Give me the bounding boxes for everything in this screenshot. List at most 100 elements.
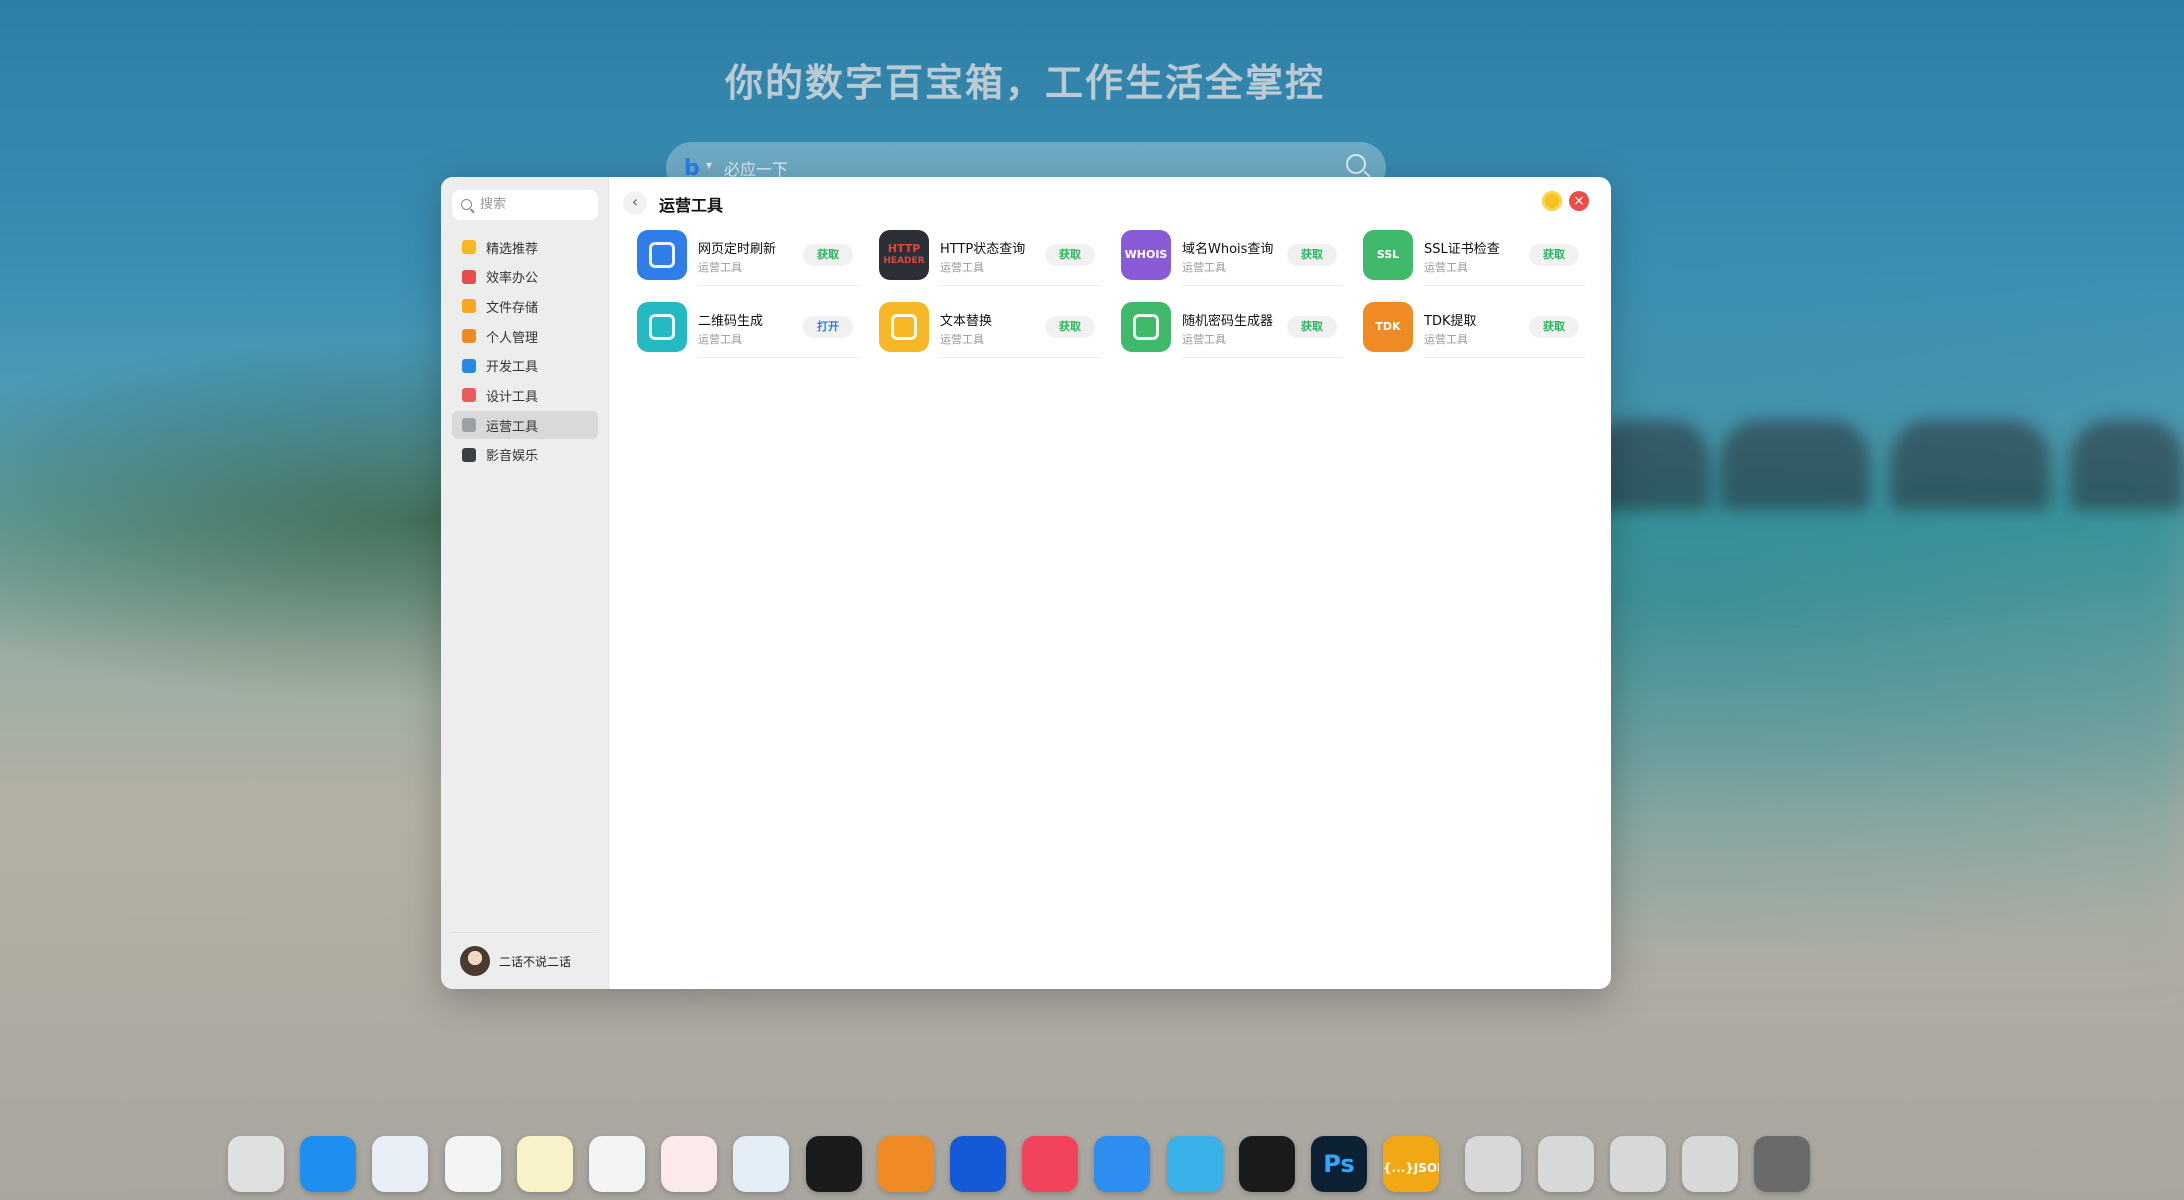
ssl-shield-icon[interactable]: SSL — [1363, 230, 1413, 280]
app-category: 运营工具 — [1182, 261, 1226, 274]
sidebar-item[interactable]: 运营工具 — [452, 411, 598, 440]
music-icon[interactable] — [1022, 1136, 1078, 1192]
photoshop-icon[interactable]: Ps — [1311, 1136, 1367, 1192]
safari-icon[interactable] — [1094, 1136, 1150, 1192]
app-card[interactable]: HTTP HEADER HTTP状态查询 运营工具 获取 — [879, 230, 1101, 290]
sidebar-item-label: 文件存储 — [486, 300, 539, 316]
user-profile[interactable]: 二话不说二话 — [452, 932, 598, 989]
sidebar-search[interactable] — [452, 190, 598, 220]
get-button[interactable]: 获取 — [803, 244, 853, 266]
minimize-button[interactable] — [1542, 191, 1562, 211]
divider — [1182, 285, 1343, 286]
photos-icon[interactable] — [445, 1136, 501, 1192]
desktop-headline: 你的数字百宝箱，工作生活全掌控 — [724, 61, 1325, 105]
folder-icon — [462, 299, 476, 314]
text-replace-icon[interactable] — [879, 302, 929, 352]
divider — [940, 357, 1101, 358]
main-content: ‹ 运营工具 × 网页定时刷新 运营工具 获取 HTTP HEADER HTTP状态查询运… — [609, 177, 1611, 989]
extensions-icon[interactable] — [1538, 1136, 1594, 1192]
sidebar-item-label: 设计工具 — [486, 389, 539, 405]
app-name: TDK提取 — [1424, 314, 1477, 329]
get-button[interactable]: 获取 — [1045, 316, 1095, 338]
divider — [1424, 285, 1585, 286]
app-category: 运营工具 — [1424, 333, 1468, 346]
open-button[interactable]: 打开 — [803, 316, 853, 338]
background-hut — [1720, 420, 1870, 510]
app-info: 文本替换 运营工具 — [940, 310, 992, 347]
app-icon-glyph — [891, 314, 917, 340]
calendar-icon[interactable] — [661, 1136, 717, 1192]
qrcode-icon[interactable] — [637, 302, 687, 352]
add-icon[interactable] — [1465, 1136, 1521, 1192]
brush-icon[interactable] — [1610, 1136, 1666, 1192]
whois-globe-icon[interactable]: WHOIS — [1121, 230, 1171, 280]
reminders-icon[interactable] — [589, 1136, 645, 1192]
icloud-icon[interactable] — [372, 1136, 428, 1192]
dock-icon-text: {...}JSON — [1383, 1161, 1439, 1175]
divider — [1424, 357, 1585, 358]
notes-icon[interactable] — [517, 1136, 573, 1192]
get-button[interactable]: 获取 — [1529, 316, 1579, 338]
system-settings-icon[interactable] — [1754, 1136, 1810, 1192]
sidebar-item-label: 个人管理 — [486, 330, 539, 346]
launchpad-icon[interactable] — [228, 1136, 284, 1192]
app-icon-glyph — [1133, 314, 1159, 340]
sidebar-item[interactable]: 个人管理 — [452, 322, 598, 350]
diff-merge-icon[interactable] — [1239, 1136, 1295, 1192]
username: 二话不说二话 — [499, 954, 572, 969]
app-name: 网页定时刷新 — [698, 242, 777, 257]
app-card[interactable]: TDK TDK提取运营工具 获取 — [1363, 302, 1585, 362]
sidebar-nav: 精选推荐效率办公文件存储个人管理开发工具设计工具运营工具影音娱乐 — [452, 233, 598, 471]
sidebar-item-label: 影音娱乐 — [486, 449, 539, 465]
app-card[interactable]: 随机密码生成器 运营工具 获取 — [1121, 302, 1343, 362]
sidebar-item[interactable]: 效率办公 — [452, 263, 598, 291]
sidebar-item[interactable]: 影音娱乐 — [452, 441, 598, 469]
person-icon — [462, 329, 476, 344]
password-lock-icon[interactable] — [1121, 302, 1171, 352]
pencil-icon[interactable] — [1167, 1136, 1223, 1192]
search-icon — [461, 199, 472, 210]
json-editor-icon[interactable]: {...}JSON — [1383, 1136, 1439, 1192]
sidebar-item-label: 效率办公 — [486, 271, 539, 287]
keychain-icon[interactable] — [733, 1136, 789, 1192]
chevron-down-icon[interactable]: ▾ — [706, 158, 712, 172]
refresh-page-icon[interactable] — [637, 230, 687, 280]
app-card[interactable]: SSL SSL证书检查 运营工具 获取 — [1363, 230, 1585, 290]
get-button[interactable]: 获取 — [1287, 244, 1337, 266]
app-card[interactable]: WHOIS 域名Whois查询 运营工具 获取 — [1121, 230, 1343, 290]
get-button[interactable]: 获取 — [1529, 244, 1579, 266]
sidebar-search-input[interactable] — [478, 196, 594, 213]
close-button[interactable]: × — [1569, 191, 1589, 211]
app-name: SSL证书检查 — [1424, 242, 1500, 257]
app-store-icon[interactable] — [300, 1136, 356, 1192]
app-name: 二维码生成 — [698, 314, 764, 329]
sidebar-item[interactable]: 精选推荐 — [452, 233, 598, 261]
alarm-clock-icon[interactable] — [878, 1136, 934, 1192]
avatar[interactable] — [460, 946, 490, 976]
back-button[interactable]: ‹ — [623, 191, 647, 215]
app-card[interactable]: 二维码生成 运营工具 打开 — [637, 302, 859, 362]
chevron-left-icon: ‹ — [631, 192, 639, 211]
app-card[interactable]: 文本替换 运营工具 获取 — [879, 302, 1101, 362]
sidebar-item[interactable]: 开发工具 — [452, 352, 598, 380]
background-hut — [2070, 420, 2184, 510]
rocket-icon — [462, 269, 476, 284]
video-player-icon[interactable] — [950, 1136, 1006, 1192]
star-icon — [462, 240, 476, 254]
sidebar-item[interactable]: 设计工具 — [452, 381, 598, 409]
sidebar: 精选推荐效率办公文件存储个人管理开发工具设计工具运营工具影音娱乐 二话不说二话 — [441, 177, 609, 989]
get-button[interactable]: 获取 — [1045, 244, 1095, 266]
sidebar-item[interactable]: 文件存储 — [452, 292, 598, 320]
app-card[interactable]: 网页定时刷新 运营工具 获取 — [637, 230, 859, 290]
search-icon[interactable] — [1346, 154, 1366, 174]
get-button[interactable]: 获取 — [1287, 316, 1337, 338]
tdk-extract-icon[interactable]: TDK — [1363, 302, 1413, 352]
app-info: 随机密码生成器 运营工具 — [1182, 310, 1273, 347]
lock-settings-icon[interactable] — [1682, 1136, 1738, 1192]
wallet-icon[interactable] — [806, 1136, 862, 1192]
app-icon-text: SSL — [1376, 248, 1400, 261]
app-info: 域名Whois查询 运营工具 — [1182, 238, 1273, 275]
app-info: SSL证书检查 运营工具 — [1424, 238, 1500, 275]
app-category: 运营工具 — [940, 333, 984, 346]
http-header-icon[interactable]: HTTP HEADER — [879, 230, 929, 280]
